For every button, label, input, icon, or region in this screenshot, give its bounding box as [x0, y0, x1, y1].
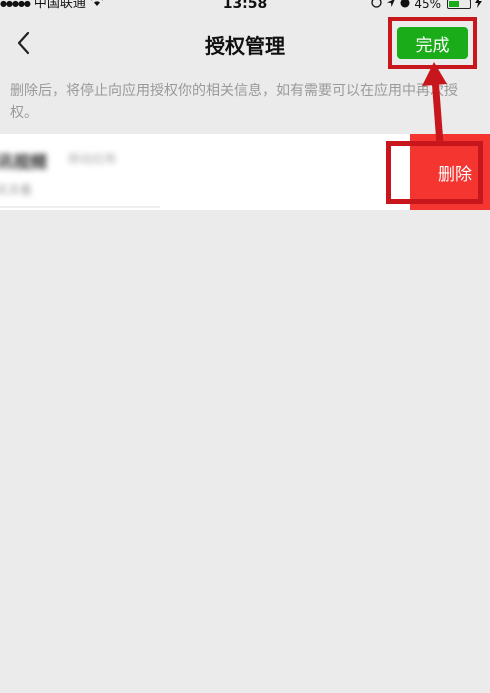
app-info: 讯视频 移动应用 天天看: [0, 148, 116, 198]
battery-icon: [447, 0, 471, 9]
authorized-app-row: 讯视频 移动应用 天天看 删除: [0, 134, 490, 210]
done-button[interactable]: 完成: [397, 27, 468, 59]
status-bar: ●●●●● 中国联通 13:58 45%: [0, 0, 490, 14]
app-tag: 移动应用: [68, 152, 117, 166]
location-icon: [386, 0, 396, 11]
charging-icon: [475, 0, 482, 11]
battery-percent: 45%: [414, 0, 441, 11]
nav-bar: 授权管理 完成: [0, 14, 490, 74]
alarm-icon: [400, 0, 410, 11]
row-divider: [0, 206, 160, 208]
status-right: 45%: [371, 0, 482, 11]
app-name: 讯视频: [0, 153, 47, 173]
delete-notice: 删除后，将停止向应用授权你的相关信息，如有需要可以在应用中再次授权。: [10, 83, 458, 121]
app-subtitle: 天天看: [0, 183, 33, 197]
delete-button[interactable]: 删除: [410, 134, 490, 210]
rotation-lock-icon: [371, 0, 382, 11]
